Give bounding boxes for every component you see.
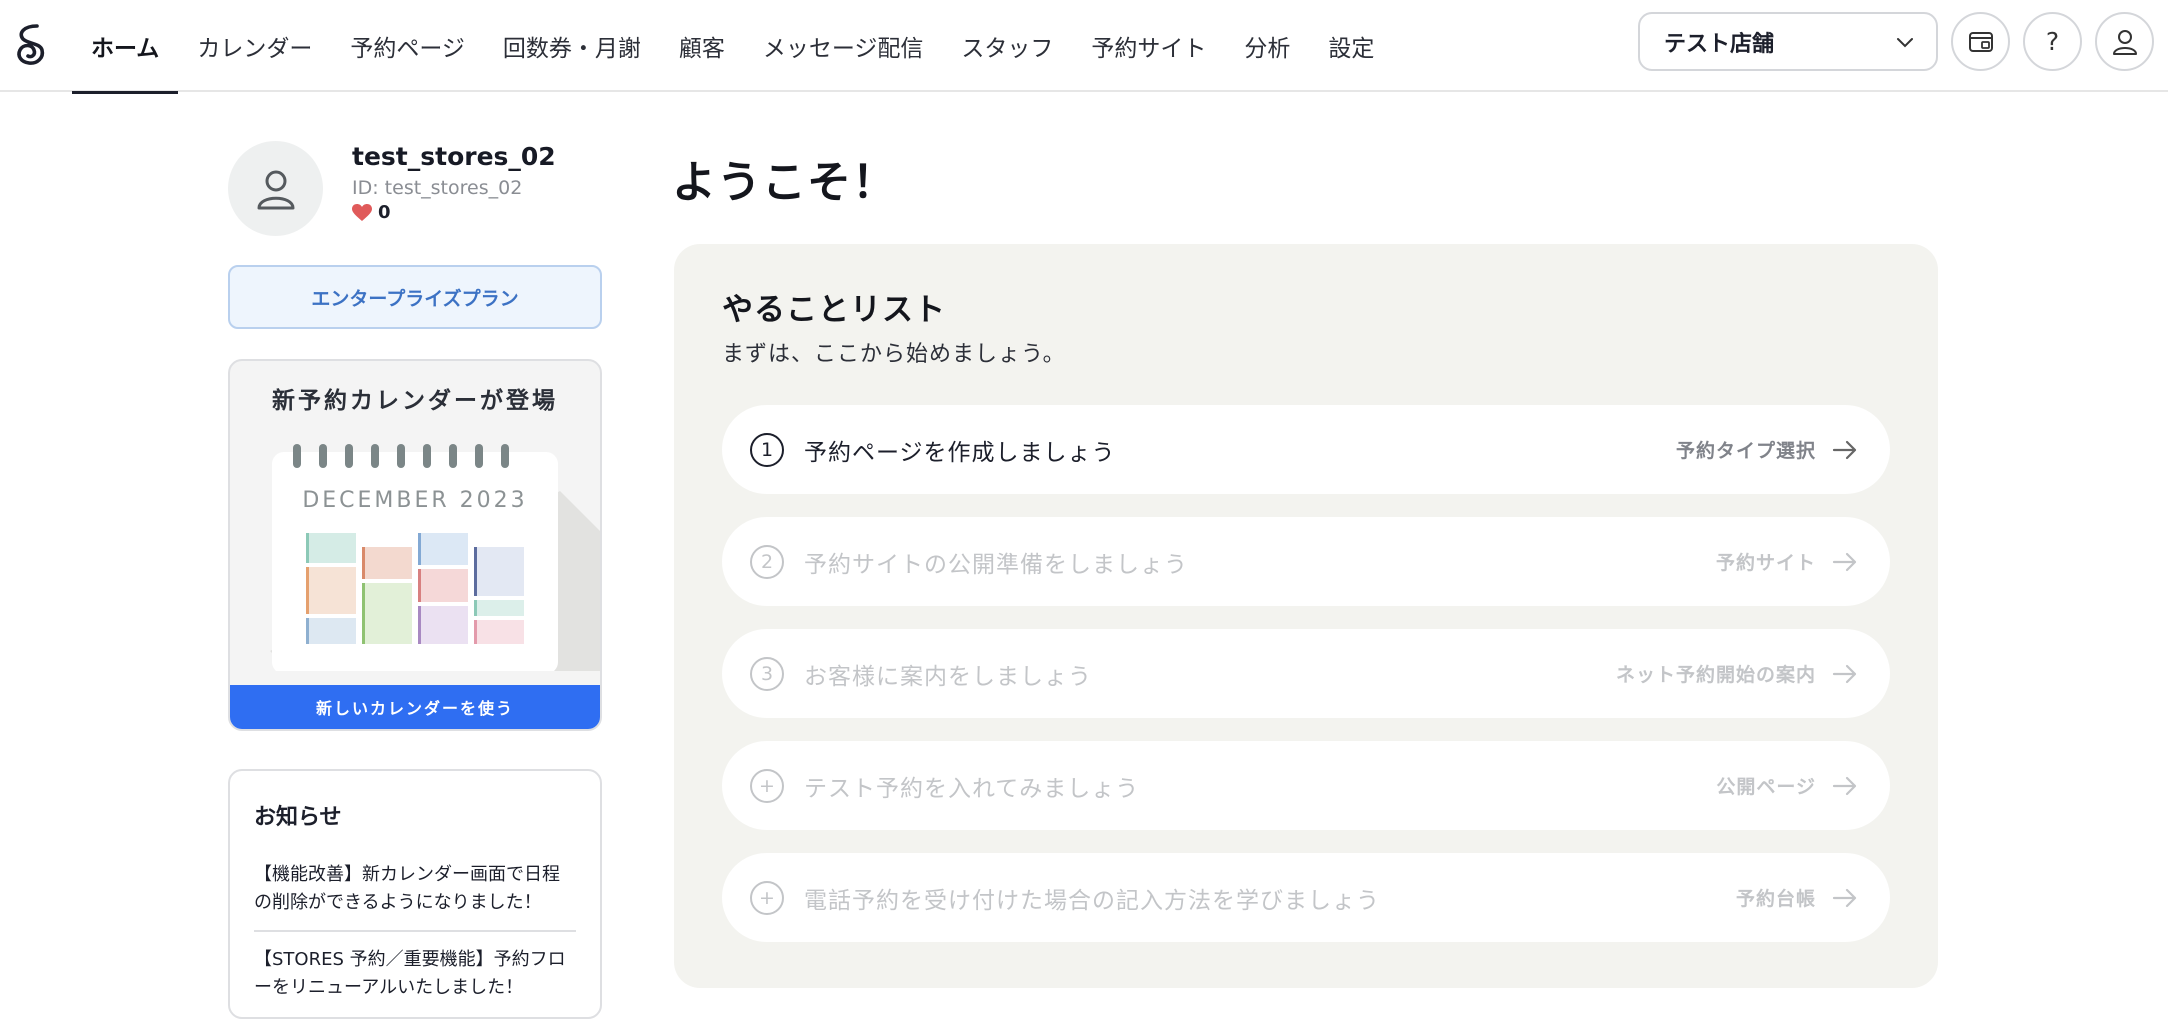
plus-circle-icon: + — [750, 880, 784, 915]
help-icon: ? — [2045, 27, 2060, 56]
user-icon — [257, 170, 294, 209]
calendar-illustration: DECEMBER 2023 — [270, 444, 600, 671]
step-number-badge: 2 — [750, 544, 784, 579]
store-id: ID: test_stores_02 — [352, 177, 523, 199]
news-panel: お知らせ 【機能改善】新カレンダー画面で日程の削除ができるようになりました！ 【… — [228, 769, 602, 1019]
store-avatar — [228, 141, 323, 236]
use-new-calendar-button[interactable]: 新しいカレンダーを使う — [230, 685, 600, 729]
account-button[interactable] — [2095, 12, 2154, 71]
arrow-right-icon — [1832, 552, 1857, 571]
nav-item-reservation-site[interactable]: 予約サイト — [1072, 0, 1225, 92]
todo-subtitle: まずは、ここから始めましょう。 — [722, 342, 1066, 367]
task-prepare-reservation-site[interactable]: 2 予約サイトの公開準備をしましょう 予約サイト — [722, 517, 1890, 606]
store-selector[interactable]: テスト店舗 — [1638, 12, 1938, 71]
nav-item-settings[interactable]: 設定 — [1309, 0, 1393, 92]
store-name: test_stores_02 — [352, 142, 556, 171]
task-notify-customers[interactable]: 3 お客様に案内をしましょう ネット予約開始の案内 — [722, 629, 1890, 718]
nav-item-tickets-monthly[interactable]: 回数券・月謝 — [484, 0, 660, 92]
todo-list-panel: やることリスト まずは、ここから始めましょう。 1 予約ページを作成しましょう … — [674, 244, 1938, 988]
news-item[interactable]: 【機能改善】新カレンダー画面で日程の削除ができるようになりました！ — [254, 847, 576, 932]
news-title: お知らせ — [254, 805, 342, 830]
plus-circle-icon: + — [750, 768, 784, 803]
task-label: テスト予約を入れてみましょう — [804, 775, 1140, 802]
nav-item-home[interactable]: ホーム — [72, 0, 179, 94]
task-action-link[interactable]: 予約サイト — [1716, 548, 1816, 575]
nav-item-calendar[interactable]: カレンダー — [178, 0, 331, 92]
nav-item-reservation-pages[interactable]: 予約ページ — [331, 0, 484, 92]
step-number-badge: 1 — [750, 432, 784, 467]
plan-button[interactable]: エンタープライズプラン — [228, 265, 602, 329]
task-learn-phone-reservation[interactable]: + 電話予約を受け付けた場合の記入方法を学びましょう 予約台帳 — [722, 853, 1890, 942]
store-selector-value: テスト店舗 — [1664, 31, 1775, 57]
task-action-link[interactable]: 予約タイプ選択 — [1676, 436, 1816, 463]
new-calendar-promo[interactable]: 新予約カレンダーが登場 DECEMBER 2023 新しいカレンダーを使う — [228, 359, 602, 731]
task-action-link[interactable]: 公開ページ — [1716, 772, 1816, 799]
heart-icon — [352, 203, 372, 221]
nav-item-staff[interactable]: スタッフ — [942, 0, 1072, 92]
arrow-right-icon — [1832, 664, 1857, 683]
task-label: お客様に案内をしましょう — [804, 663, 1092, 690]
task-action-link[interactable]: 予約台帳 — [1736, 884, 1816, 911]
welcome-heading: ようこそ！ — [672, 157, 897, 208]
browser-window-icon — [1968, 31, 1993, 52]
store-preview-button[interactable] — [1951, 12, 2010, 71]
arrow-right-icon — [1832, 888, 1857, 907]
news-item[interactable]: 【STORES 予約／重要機能】予約フローをリニューアルいたしました！ — [254, 932, 576, 1015]
task-label: 電話予約を受け付けた場合の記入方法を学びましょう — [804, 887, 1380, 914]
step-number-badge: 3 — [750, 656, 784, 691]
stores-logo-icon[interactable] — [10, 22, 52, 68]
calendar-month-text: DECEMBER 2023 — [302, 488, 527, 513]
top-navigation-bar: ホーム カレンダー 予約ページ 回数券・月謝 顧客 メッセージ配信 スタッフ 予… — [0, 0, 2168, 94]
nav-item-customers[interactable]: 顧客 — [660, 0, 744, 92]
task-test-reservation[interactable]: + テスト予約を入れてみましょう 公開ページ — [722, 741, 1890, 830]
main-nav: ホーム カレンダー 予約ページ 回数券・月謝 顧客 メッセージ配信 スタッフ 予… — [72, 0, 1393, 94]
likes-value: 0 — [378, 202, 391, 223]
arrow-right-icon — [1832, 440, 1857, 459]
task-create-reservation-page[interactable]: 1 予約ページを作成しましょう 予約タイプ選択 — [722, 405, 1890, 494]
nav-item-analytics[interactable]: 分析 — [1225, 0, 1309, 92]
chevron-down-icon — [1897, 38, 1913, 48]
task-label: 予約ページを作成しましょう — [804, 439, 1116, 466]
user-icon — [2112, 29, 2137, 55]
promo-title: 新予約カレンダーが登場 — [272, 388, 558, 414]
task-action-link[interactable]: ネット予約開始の案内 — [1616, 660, 1816, 687]
task-label: 予約サイトの公開準備をしましょう — [804, 551, 1188, 578]
todo-title: やることリスト — [722, 292, 946, 328]
help-button[interactable]: ? — [2023, 12, 2082, 71]
nav-item-messages[interactable]: メッセージ配信 — [744, 0, 943, 92]
likes-count: 0 — [352, 202, 391, 223]
arrow-right-icon — [1832, 776, 1857, 795]
